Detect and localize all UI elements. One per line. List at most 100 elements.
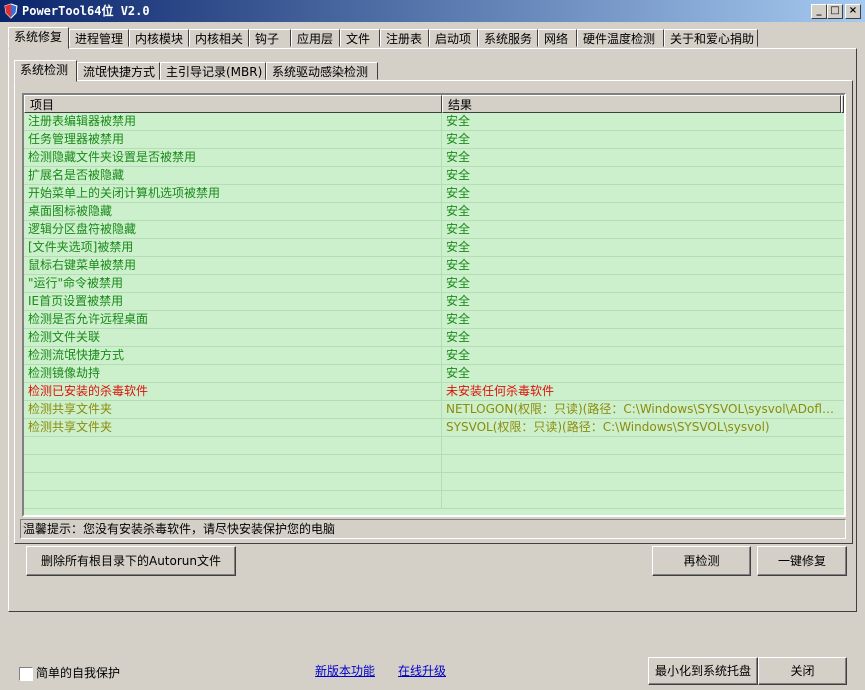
row-result-cell bbox=[442, 455, 844, 472]
row-item-cell: 检测已安装的杀毒软件 bbox=[24, 383, 442, 400]
table-row[interactable]: 扩展名是否被隐藏 安全 bbox=[24, 167, 844, 185]
subtab-rogue-shortcuts[interactable]: 流氓快捷方式 bbox=[77, 62, 160, 80]
row-item-cell: 任务管理器被禁用 bbox=[24, 131, 442, 148]
table-row[interactable]: 检测文件关联 安全 bbox=[24, 329, 844, 347]
row-result-cell: 安全 bbox=[446, 294, 471, 308]
row-result-cell: 安全 bbox=[446, 114, 471, 128]
table-row[interactable] bbox=[24, 473, 844, 491]
table-row[interactable] bbox=[24, 437, 844, 455]
row-item-cell: 注册表编辑器被禁用 bbox=[24, 113, 442, 130]
row-result-cell: 未安装任何杀毒软件 bbox=[446, 384, 555, 398]
table-row[interactable]: 任务管理器被禁用 安全 bbox=[24, 131, 844, 149]
table-row[interactable]: 鼠标右键菜单被禁用 安全 bbox=[24, 257, 844, 275]
tab-startup[interactable]: 启动项 bbox=[429, 29, 478, 47]
row-item-cell bbox=[24, 491, 442, 508]
row-item-cell: 检测共享文件夹 bbox=[24, 401, 442, 418]
row-item-cell: 检测镜像劫持 bbox=[24, 365, 442, 382]
table-row[interactable]: 检测隐藏文件夹设置是否被禁用 安全 bbox=[24, 149, 844, 167]
app-shield-icon bbox=[4, 3, 18, 19]
tab-about-donate[interactable]: 关于和爱心捐助 bbox=[664, 29, 758, 47]
row-item-cell: "运行"命令被禁用 bbox=[24, 275, 442, 292]
window-title: PowerTool64位 V2.0 bbox=[22, 4, 150, 18]
row-result-cell: 安全 bbox=[446, 222, 471, 236]
tab-system-repair[interactable]: 系统修复 bbox=[8, 27, 69, 49]
tab-application-layer[interactable]: 应用层 bbox=[291, 29, 340, 47]
one-click-fix-button[interactable]: 一键修复 bbox=[757, 546, 847, 576]
table-row[interactable]: 开始菜单上的关闭计算机选项被禁用 安全 bbox=[24, 185, 844, 203]
row-item-cell: 开始菜单上的关闭计算机选项被禁用 bbox=[24, 185, 442, 202]
tab-network[interactable]: 网络 bbox=[538, 29, 577, 47]
tab-registry[interactable]: 注册表 bbox=[380, 29, 429, 47]
row-item-cell bbox=[24, 437, 442, 454]
row-result-cell bbox=[442, 473, 844, 490]
table-row[interactable]: IE首页设置被禁用 安全 bbox=[24, 293, 844, 311]
row-result-cell: 安全 bbox=[446, 186, 471, 200]
row-item-cell: 检测是否允许远程桌面 bbox=[24, 311, 442, 328]
tab-files[interactable]: 文件 bbox=[340, 29, 380, 47]
close-button[interactable]: 关闭 bbox=[758, 657, 847, 685]
tab-kernel-modules[interactable]: 内核模块 bbox=[129, 29, 189, 47]
subtab-system-check[interactable]: 系统检测 bbox=[14, 60, 77, 82]
row-result-cell: 安全 bbox=[446, 240, 471, 254]
table-row[interactable]: 逻辑分区盘符被隐藏 安全 bbox=[24, 221, 844, 239]
row-result-cell: SYSVOL(权限：只读)(路径：C:\Windows\SYSVOL\sysvo… bbox=[446, 420, 770, 434]
maximize-button[interactable]: □ bbox=[827, 4, 843, 19]
table-row[interactable]: 注册表编辑器被禁用 安全 bbox=[24, 113, 844, 131]
status-hint: 温馨提示：您没有安装杀毒软件，请尽快安装保护您的电脑 bbox=[20, 519, 846, 539]
row-result-cell: 安全 bbox=[446, 258, 471, 272]
row-result-cell: 安全 bbox=[446, 348, 471, 362]
row-item-cell bbox=[24, 455, 442, 472]
row-item-cell bbox=[24, 473, 442, 490]
row-result-cell: 安全 bbox=[446, 366, 471, 380]
title-bar: PowerTool64位 V2.0 _ □ × bbox=[0, 0, 865, 22]
row-result-cell: 安全 bbox=[446, 330, 471, 344]
row-item-cell: 检测文件关联 bbox=[24, 329, 442, 346]
row-result-cell: 安全 bbox=[446, 150, 471, 164]
self-protect-checkbox[interactable] bbox=[19, 667, 33, 681]
tab-process-manager[interactable]: 进程管理 bbox=[69, 29, 129, 47]
tab-system-services[interactable]: 系统服务 bbox=[478, 29, 538, 47]
list-body: 注册表编辑器被禁用 安全 任务管理器被禁用 安全 检测隐藏文件夹设置是否被禁用 安全 扩展名… bbox=[24, 113, 844, 515]
delete-autorun-button[interactable]: 删除所有根目录下的Autorun文件 bbox=[26, 546, 236, 576]
close-window-button[interactable]: × bbox=[845, 4, 861, 19]
self-protect-label: 简单的自我保护 bbox=[36, 666, 121, 680]
table-row[interactable]: "运行"命令被禁用 安全 bbox=[24, 275, 844, 293]
row-result-cell: NETLOGON(权限：只读)(路径：C:\Windows\SYSVOL\sys… bbox=[446, 402, 844, 416]
row-result-cell: 安全 bbox=[446, 276, 471, 290]
check-results-list[interactable]: 项目 结果 注册表编辑器被禁用 安全 任务管理器被禁用 安全 检测隐藏文件夹设置是否被禁… bbox=[22, 93, 846, 517]
row-item-cell: 鼠标右键菜单被禁用 bbox=[24, 257, 442, 274]
table-row[interactable] bbox=[24, 491, 844, 509]
row-result-cell: 安全 bbox=[446, 168, 471, 182]
row-result-cell: 安全 bbox=[446, 312, 471, 326]
row-item-cell: 扩展名是否被隐藏 bbox=[24, 167, 442, 184]
row-result-cell bbox=[442, 491, 844, 508]
row-item-cell: 桌面图标被隐藏 bbox=[24, 203, 442, 220]
new-features-link[interactable]: 新版本功能 bbox=[315, 663, 375, 679]
row-result-cell bbox=[442, 437, 844, 454]
list-header: 项目 结果 bbox=[24, 95, 844, 113]
tab-hardware-temperature[interactable]: 硬件温度检测 bbox=[577, 29, 664, 47]
recheck-button[interactable]: 再检测 bbox=[652, 546, 751, 576]
tab-hooks[interactable]: 钩子 bbox=[249, 29, 291, 47]
subtab-mbr[interactable]: 主引导记录(MBR) bbox=[160, 62, 266, 80]
subtab-driver-infection[interactable]: 系统驱动感染检测 bbox=[266, 62, 378, 80]
row-item-cell: [文件夹选项]被禁用 bbox=[24, 239, 442, 256]
table-row[interactable]: 检测共享文件夹 NETLOGON(权限：只读)(路径：C:\Windows\SYS… bbox=[24, 401, 844, 419]
table-row[interactable]: [文件夹选项]被禁用 安全 bbox=[24, 239, 844, 257]
table-row[interactable]: 检测是否允许远程桌面 安全 bbox=[24, 311, 844, 329]
table-row[interactable]: 检测共享文件夹 SYSVOL(权限：只读)(路径：C:\Windows\SYSVO… bbox=[24, 419, 844, 437]
minimize-button[interactable]: _ bbox=[811, 4, 827, 19]
row-result-cell: 安全 bbox=[446, 132, 471, 146]
table-row[interactable]: 检测镜像劫持 安全 bbox=[24, 365, 844, 383]
column-header-result[interactable]: 结果 bbox=[442, 95, 841, 113]
minimize-to-tray-button[interactable]: 最小化到系统托盘 bbox=[648, 657, 758, 685]
column-header-item[interactable]: 项目 bbox=[24, 95, 442, 113]
row-item-cell: 检测隐藏文件夹设置是否被禁用 bbox=[24, 149, 442, 166]
tab-kernel-related[interactable]: 内核相关 bbox=[189, 29, 249, 47]
table-row[interactable] bbox=[24, 455, 844, 473]
table-row[interactable]: 桌面图标被隐藏 安全 bbox=[24, 203, 844, 221]
table-row[interactable]: 检测已安装的杀毒软件 未安装任何杀毒软件 bbox=[24, 383, 844, 401]
table-row[interactable]: 检测流氓快捷方式 安全 bbox=[24, 347, 844, 365]
row-item-cell: 检测流氓快捷方式 bbox=[24, 347, 442, 364]
online-upgrade-link[interactable]: 在线升级 bbox=[398, 663, 446, 679]
